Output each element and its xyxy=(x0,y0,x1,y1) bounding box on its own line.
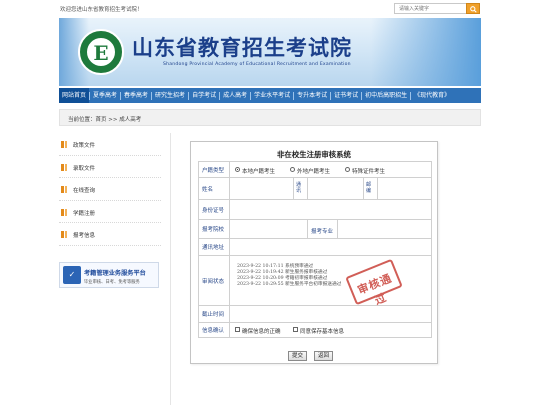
service-platform-banner[interactable]: ✓ 考籍管理业务服务平台 毕业审核、日考、免考等服务 xyxy=(59,262,159,288)
label-major: 报考专业 xyxy=(311,229,334,235)
nav-item-self-study-exam[interactable]: 自学考试 xyxy=(189,88,219,103)
nav-item-summer-exam[interactable]: 夏季高考 xyxy=(90,88,120,103)
review-form: 户籍类型 本地户籍考生 外地户籍考生 特殊证件考生 姓名 通讯 邮编 身份证号 … xyxy=(198,161,432,338)
label-name: 姓名 xyxy=(202,186,214,193)
bullet-icon xyxy=(61,231,64,238)
row-confirm: 信息确认 确保信息的正确 同意保存基本信息 xyxy=(199,323,431,337)
row-id-number: 身份证号 xyxy=(199,200,431,220)
main-nav: 网站首页 夏季高考 春季高考 研究生招考 自学考试 成人高考 学业水平考试 专升… xyxy=(59,88,481,103)
nav-item-adult-exam[interactable]: 成人高考 xyxy=(220,88,250,103)
label-deadline: 截止时间 xyxy=(202,312,225,318)
row-address: 通讯地址 xyxy=(199,239,431,256)
row-deadline: 截止时间 xyxy=(199,306,431,323)
radio-nonlocal[interactable] xyxy=(290,167,295,172)
site-title: 山东省教育招生考试院 xyxy=(132,36,352,60)
bullet-icon xyxy=(61,186,64,193)
radio-nonlocal-label: 外地户籍考生 xyxy=(297,169,331,175)
nav-item-upgrade-exam[interactable]: 专升本考试 xyxy=(294,88,330,103)
checkbox-info-correct-label: 确保信息的正确 xyxy=(242,329,281,335)
bullet-icon xyxy=(61,208,64,216)
radio-special-id-label: 特殊证件考生 xyxy=(352,169,386,175)
radio-special-id[interactable] xyxy=(345,167,350,172)
label-review-status: 审阅状态 xyxy=(202,278,225,285)
institute-logo[interactable]: E xyxy=(78,29,124,75)
label-zip: 邮编 xyxy=(366,182,372,194)
promo-subtitle: 毕业审核、日考、免考等服务 xyxy=(84,280,140,285)
promo-title: 考籍管理业务服务平台 xyxy=(84,270,146,277)
label-contact: 通讯 xyxy=(296,182,302,194)
sidebar-item-label: 报考信息 xyxy=(73,233,96,239)
approved-stamp: 审核通过 xyxy=(345,258,403,307)
nav-item-modern-education[interactable]: 《现代教育》 xyxy=(411,88,453,103)
label-household-type: 户籍类型 xyxy=(202,167,225,174)
label-confirm: 信息确认 xyxy=(202,328,225,334)
row-review-status: 审阅状态 2023-9-22 10:17:11 系统预审通过 2023-9-22… xyxy=(199,256,431,307)
sidebar-item-online-query[interactable]: 在线查询 xyxy=(59,178,161,201)
column-divider xyxy=(170,133,171,405)
radio-local[interactable] xyxy=(235,167,240,172)
nav-item-spring-exam[interactable]: 春季高考 xyxy=(121,88,151,103)
header-banner: E 山东省教育招生考试院 Shandong Provincial Academy… xyxy=(59,18,481,86)
platform-icon: ✓ xyxy=(63,266,81,284)
search-button[interactable] xyxy=(466,3,480,14)
welcome-text: 欢迎您进山东省教育招生考试院！ xyxy=(60,7,143,13)
bullet-icon xyxy=(61,141,64,148)
label-school: 报考院校 xyxy=(202,227,225,233)
row-household-type: 户籍类型 本地户籍考生 外地户籍考生 特殊证件考生 xyxy=(199,162,431,178)
search-box xyxy=(394,3,480,14)
top-bar: 欢迎您进山东省教育招生考试院！ xyxy=(0,0,540,17)
sidebar-item-admission-files[interactable]: 录取文件 xyxy=(59,156,161,178)
radio-local-label: 本地户籍考生 xyxy=(242,169,276,175)
checkbox-save-info[interactable] xyxy=(293,327,298,332)
row-name: 姓名 通讯 邮编 xyxy=(199,178,431,200)
sidebar-item-exam-info[interactable]: 报考信息 xyxy=(59,223,161,246)
sidebar-item-label: 学籍注册 xyxy=(73,210,96,217)
sidebar-item-policy-files[interactable]: 政策文件 xyxy=(59,133,161,156)
breadcrumb-text[interactable]: 当前位置：首页 >> 成人高考 xyxy=(68,115,141,123)
nav-item-graduate-exam[interactable]: 研究生招考 xyxy=(152,88,188,103)
nav-item-proficiency-exam[interactable]: 学业水平考试 xyxy=(251,88,293,103)
checkbox-info-correct[interactable] xyxy=(235,327,240,332)
site-subtitle: Shandong Provincial Academy of Education… xyxy=(163,62,351,67)
registration-review-card: 非在校生注册审核系统 户籍类型 本地户籍考生 外地户籍考生 特殊证件考生 姓名 … xyxy=(190,141,438,364)
submit-button[interactable]: 提交 xyxy=(288,351,308,361)
search-input[interactable] xyxy=(395,4,463,13)
breadcrumb: 当前位置：首页 >> 成人高考 xyxy=(59,109,481,126)
sidebar-item-label: 在线查询 xyxy=(73,188,96,194)
status-log-entry: 2023-9-22 10:29:55 新生服务平台初审报送通过 xyxy=(237,282,342,287)
bullet-icon xyxy=(61,163,64,171)
checkbox-save-info-label: 同意保存基本信息 xyxy=(300,329,345,335)
form-title: 非在校生注册审核系统 xyxy=(277,150,351,159)
label-address: 通讯地址 xyxy=(202,245,225,251)
back-button[interactable]: 返回 xyxy=(314,351,334,361)
sidebar-item-label: 政策文件 xyxy=(73,143,96,149)
label-id-number: 身份证号 xyxy=(202,207,225,214)
nav-item-home[interactable]: 网站首页 xyxy=(59,88,90,103)
nav-item-vocational-admission[interactable]: 初中后高职招生 xyxy=(362,88,410,103)
nav-item-certificate-exam[interactable]: 证书考试 xyxy=(331,88,361,103)
logo-letter: E xyxy=(93,41,109,65)
sidebar: 政策文件 录取文件 在线查询 学籍注册 报考信息 xyxy=(59,133,161,246)
sidebar-item-label: 录取文件 xyxy=(73,165,96,172)
search-icon xyxy=(470,6,477,13)
sidebar-item-registration[interactable]: 学籍注册 xyxy=(59,201,161,223)
row-school-major: 报考院校 报考专业 xyxy=(199,220,431,239)
